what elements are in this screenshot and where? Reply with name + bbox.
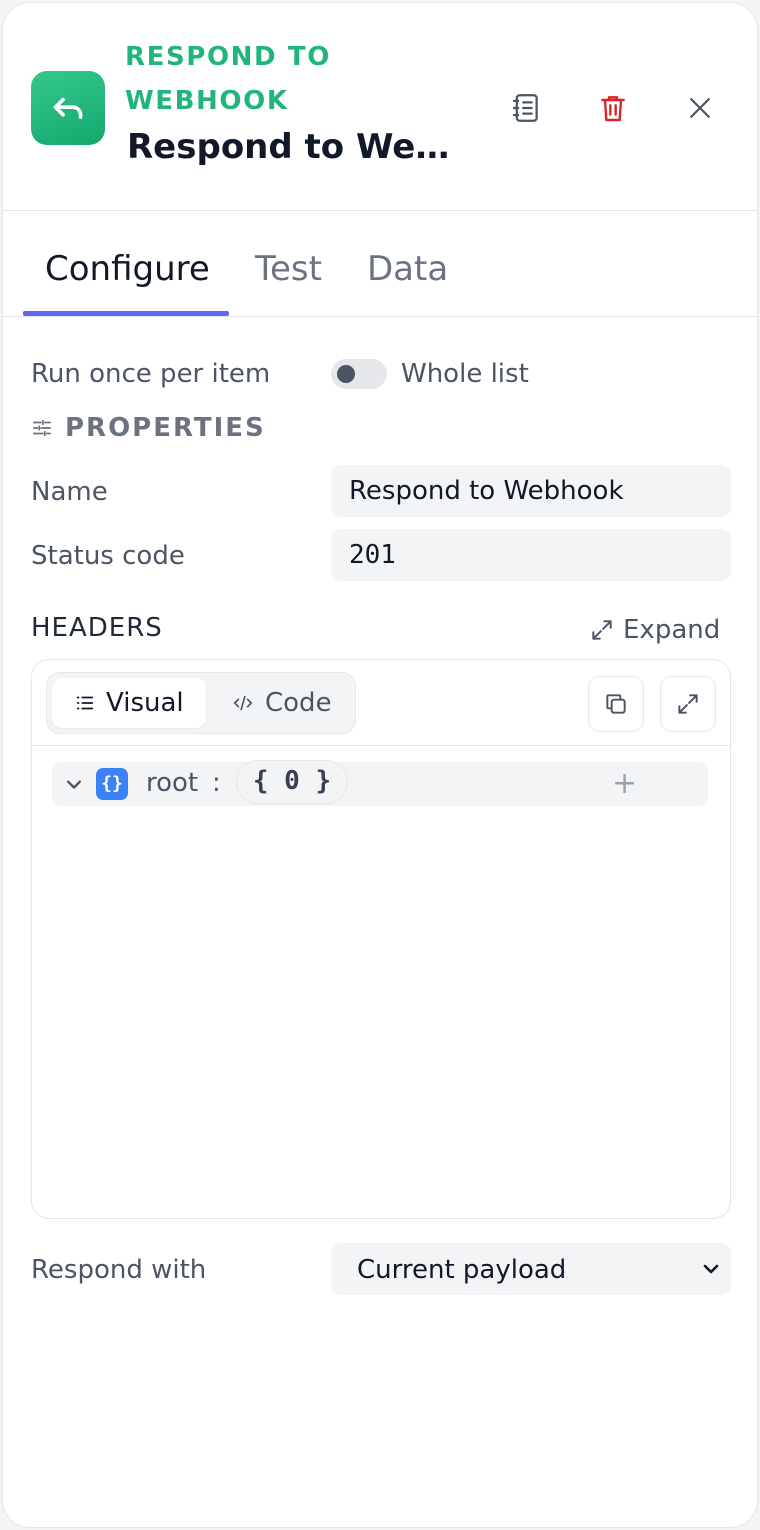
- headers-label: HEADERS: [31, 613, 163, 643]
- chevron-down-icon[interactable]: [60, 770, 88, 798]
- editor-toolbar: Visual Code: [32, 660, 730, 746]
- active-tab-indicator: [23, 311, 229, 316]
- add-property-button[interactable]: +: [612, 762, 637, 806]
- tab-data[interactable]: Data: [367, 249, 448, 289]
- expand-label: Expand: [623, 615, 721, 645]
- copy-icon: [606, 694, 626, 714]
- tab-test[interactable]: Test: [255, 249, 322, 289]
- close-button[interactable]: [677, 85, 723, 131]
- node-kind-label: RESPOND TO WEBHOOK: [125, 42, 331, 116]
- sliders-icon: [32, 419, 52, 437]
- tab-configure[interactable]: Configure: [45, 249, 210, 289]
- tab-bar: Configure Test Data: [3, 213, 757, 317]
- object-count-pill[interactable]: { 0 }: [236, 760, 348, 804]
- notes-button[interactable]: [503, 85, 549, 131]
- node-title: Respond to Web...: [127, 127, 457, 167]
- trash-icon: [601, 96, 625, 122]
- tree-root-key: root: [146, 768, 199, 798]
- code-mode-button[interactable]: Code: [209, 678, 354, 728]
- tree-separator: :: [212, 768, 221, 798]
- visual-mode-label: Visual: [106, 688, 184, 718]
- fullscreen-button[interactable]: [660, 676, 716, 732]
- view-mode-switch: Visual Code: [46, 672, 356, 734]
- code-icon: [233, 695, 253, 711]
- run-mode-label: Run once per item: [31, 359, 271, 389]
- status-code-label: Status code: [31, 541, 185, 571]
- list-icon: [76, 696, 94, 710]
- visual-mode-button[interactable]: Visual: [52, 678, 206, 728]
- status-code-input[interactable]: 201: [331, 529, 731, 581]
- notebook-icon: [512, 94, 538, 122]
- close-icon: [690, 98, 710, 118]
- name-label: Name: [31, 477, 108, 507]
- respond-with-value: Current payload: [357, 1255, 567, 1285]
- headers-editor: Visual Code {} root: {0} +: [31, 659, 731, 1219]
- copy-button[interactable]: [588, 676, 644, 732]
- panel-header: RESPOND TO WEBHOOK Respond to Web...: [3, 3, 757, 211]
- properties-section-title: PROPERTIES: [65, 413, 266, 443]
- expand-button[interactable]: Expand: [589, 613, 720, 647]
- whole-list-label: Whole list: [401, 359, 529, 389]
- respond-with-label: Respond with: [31, 1255, 207, 1285]
- object-type-badge: {}: [96, 768, 128, 800]
- respond-with-select[interactable]: Current payload: [331, 1243, 731, 1295]
- run-mode-toggle[interactable]: [331, 359, 387, 389]
- chevron-down-icon: [703, 1264, 719, 1274]
- delete-button[interactable]: [590, 85, 636, 131]
- node-config-panel: RESPOND TO WEBHOOK Respond to Web... Con: [2, 2, 758, 1528]
- tree-row-root: {} root : { 0 } +: [52, 760, 708, 806]
- expand-icon: [592, 620, 612, 640]
- expand-icon: [678, 694, 698, 714]
- toggle-knob: [337, 365, 355, 383]
- reply-arrow-icon: [31, 71, 105, 145]
- code-mode-label: Code: [265, 688, 332, 718]
- name-input[interactable]: Respond to Webhook: [331, 465, 731, 517]
